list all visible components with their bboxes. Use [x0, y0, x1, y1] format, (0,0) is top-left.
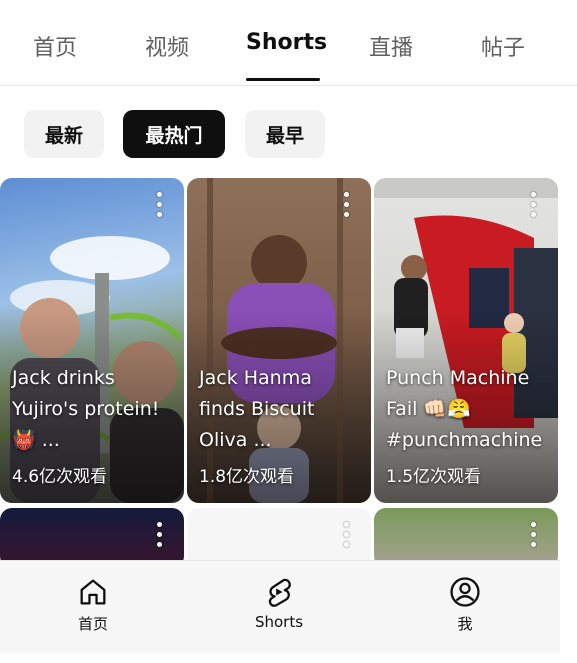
tab-live[interactable]: 直播: [369, 30, 413, 62]
short-card[interactable]: Punch Machine Fail 👊🏻😤 #punchmachine 1.5…: [374, 178, 558, 503]
more-options-icon[interactable]: [343, 522, 349, 548]
tab-home[interactable]: 首页: [33, 30, 77, 62]
nav-label: 首页: [77, 615, 108, 633]
more-options-icon[interactable]: [156, 522, 162, 548]
short-title-line: Fail 👊🏻😤: [386, 398, 471, 420]
view-count: 1.5亿次观看: [386, 467, 482, 487]
bottom-navigation: 首页 Shorts 我: [0, 560, 560, 653]
short-title-line: finds Biscuit: [199, 398, 315, 420]
chip-oldest[interactable]: 最早: [245, 110, 325, 158]
account-icon: [450, 577, 480, 607]
nav-shorts[interactable]: Shorts: [239, 575, 319, 631]
chip-popular[interactable]: 最热门: [123, 110, 225, 158]
view-count: 4.6亿次观看: [12, 467, 108, 487]
view-count: 1.8亿次观看: [199, 467, 295, 487]
home-icon: [80, 579, 106, 605]
short-title-line: Jack Hanma: [199, 367, 312, 389]
tab-shorts[interactable]: Shorts: [246, 30, 327, 55]
active-tab-indicator: [246, 78, 320, 81]
short-title-line: Jack drinks: [12, 367, 115, 389]
more-options-icon[interactable]: [156, 192, 162, 218]
channel-tabs: 首页 视频 Shorts 直播 帖子: [0, 0, 577, 86]
nav-label: Shorts: [254, 613, 304, 631]
nav-you[interactable]: 我: [425, 575, 505, 634]
nav-label: 我: [457, 615, 473, 633]
more-options-icon[interactable]: [343, 192, 349, 218]
short-card[interactable]: [187, 508, 371, 568]
more-options-icon[interactable]: [530, 522, 536, 548]
short-title-line: Punch Machine: [386, 367, 530, 389]
short-title-line: Oliva ...: [199, 429, 272, 451]
short-card[interactable]: Jack Hanma finds Biscuit Oliva ... 1.8亿次…: [187, 178, 371, 503]
tab-videos[interactable]: 视频: [145, 30, 189, 62]
short-title-line: 👹 ...: [12, 429, 60, 451]
short-card[interactable]: [0, 508, 184, 568]
chip-latest[interactable]: 最新: [24, 110, 104, 158]
nav-home[interactable]: 首页: [53, 575, 133, 634]
tab-posts[interactable]: 帖子: [481, 30, 525, 62]
short-title-line: #punchmachine: [386, 429, 543, 451]
more-options-icon[interactable]: [530, 192, 536, 218]
shorts-icon: [268, 578, 291, 607]
short-card[interactable]: Jack drinks Yujiro's protein! 👹 ... 4.6亿…: [0, 178, 184, 503]
short-title-line: Yujiro's protein!: [12, 398, 160, 420]
short-card[interactable]: [374, 508, 558, 568]
